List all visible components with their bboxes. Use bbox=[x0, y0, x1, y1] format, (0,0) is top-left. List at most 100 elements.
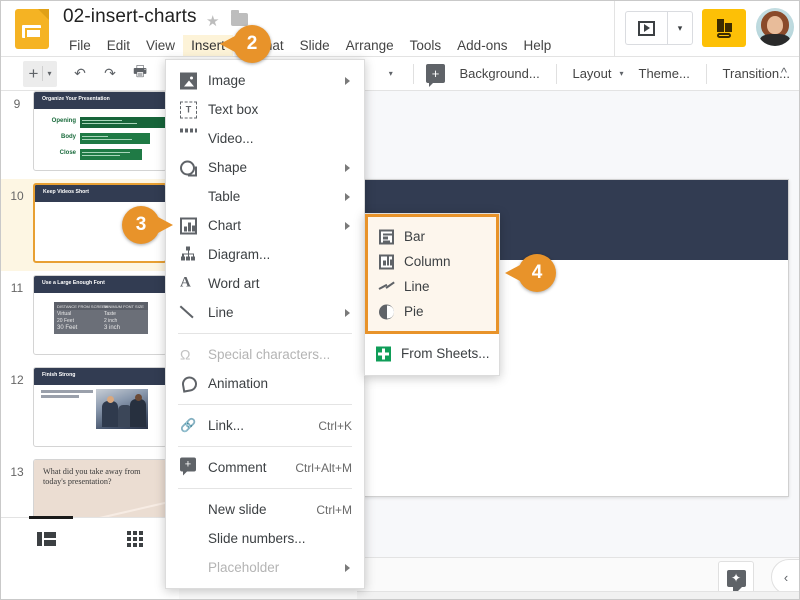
menu-arrange[interactable]: Arrange bbox=[338, 35, 402, 56]
folder-icon[interactable] bbox=[231, 10, 248, 26]
grid-view-icon[interactable] bbox=[127, 530, 144, 547]
filmstrip-slide-12[interactable]: 12 Finish Strong bbox=[1, 363, 178, 455]
menu-bar: File Edit View Insert Format Slide Arran… bbox=[61, 35, 559, 56]
shape-icon bbox=[180, 159, 197, 176]
present-dropdown-caret[interactable]: ▾ bbox=[667, 11, 693, 45]
submenu-arrow-icon bbox=[345, 163, 350, 172]
menu-tools[interactable]: Tools bbox=[402, 35, 450, 56]
share-button[interactable] bbox=[702, 9, 746, 47]
menu-item-label: Chart bbox=[208, 218, 242, 233]
explore-button[interactable]: ✦ bbox=[718, 561, 754, 595]
line-chart-icon bbox=[379, 281, 395, 293]
slide-filmstrip[interactable]: 9 Organize Your Presentation Opening Bod… bbox=[1, 91, 179, 559]
slide-thumbnail[interactable]: Organize Your Presentation Opening Body … bbox=[33, 91, 167, 171]
submenu-arrow-icon bbox=[345, 76, 350, 85]
menu-item-image[interactable]: Image bbox=[166, 66, 364, 95]
menu-item-slide-numbers[interactable]: Slide numbers... bbox=[166, 524, 364, 553]
comment-plus-icon: + bbox=[426, 64, 446, 87]
line-icon bbox=[180, 304, 197, 321]
slide-thumbnail[interactable]: Use a Large Enough Font DISTANCE FROM SC… bbox=[33, 275, 167, 355]
theme-button[interactable]: Theme... bbox=[630, 66, 699, 81]
table-icon bbox=[180, 188, 197, 205]
table-cell-r2c1: 20 Feet bbox=[57, 318, 74, 324]
table-cell-r3c1: 30 Feet bbox=[57, 325, 78, 331]
menu-item-label: Line bbox=[208, 305, 234, 320]
menu-edit[interactable]: Edit bbox=[99, 35, 138, 56]
submenu-arrow-icon bbox=[345, 221, 350, 230]
menu-item-chart[interactable]: Chart bbox=[166, 211, 364, 240]
chart-submenu[interactable]: Bar Column Line Pie From Sheets... bbox=[364, 213, 500, 376]
filmstrip-slide-9[interactable]: 9 Organize Your Presentation Opening Bod… bbox=[1, 91, 178, 179]
collapse-panel-button[interactable]: ‹ bbox=[771, 559, 799, 595]
menu-item-word-art[interactable]: A Word art bbox=[166, 269, 364, 298]
menu-file[interactable]: File bbox=[61, 35, 99, 56]
explore-icon: ✦ bbox=[726, 569, 746, 591]
menu-addons[interactable]: Add-ons bbox=[449, 35, 515, 56]
star-icon[interactable]: ★ bbox=[206, 12, 219, 30]
menu-help[interactable]: Help bbox=[515, 35, 559, 56]
horizontal-scrollbar[interactable] bbox=[357, 591, 799, 599]
bar-chart-icon bbox=[379, 229, 394, 244]
present-button[interactable] bbox=[625, 11, 667, 45]
slide11-table: DISTANCE FROM SCREEN MINIMUM FONT SIZE V… bbox=[54, 302, 148, 334]
comment-icon: + bbox=[180, 457, 197, 476]
menu-item-animation[interactable]: Animation bbox=[166, 369, 364, 398]
add-comment-button[interactable]: + bbox=[423, 61, 449, 87]
menu-item-link[interactable]: 🔗 Link... Ctrl+K bbox=[166, 411, 364, 440]
diagram-icon bbox=[180, 246, 197, 263]
chart-submenu-item-from-sheets[interactable]: From Sheets... bbox=[365, 341, 499, 366]
filmstrip-view-toggles bbox=[1, 516, 178, 559]
slide-thumbnail[interactable]: Finish Strong bbox=[33, 367, 167, 447]
redo-button[interactable]: ↷ bbox=[97, 61, 123, 87]
document-title[interactable]: 02-insert-charts bbox=[63, 6, 197, 28]
menu-item-new-slide[interactable]: New slide Ctrl+M bbox=[166, 495, 364, 524]
chart-submenu-item-bar[interactable]: Bar bbox=[368, 224, 496, 249]
menu-slide[interactable]: Slide bbox=[292, 35, 338, 56]
callout-badge-4: 4 bbox=[505, 254, 556, 292]
chart-submenu-item-column[interactable]: Column bbox=[368, 249, 496, 274]
callout-number: 2 bbox=[246, 33, 258, 54]
menu-item-video[interactable]: Video... bbox=[166, 124, 364, 153]
slide12-body-line-1 bbox=[41, 390, 93, 393]
filmstrip-slide-11[interactable]: 11 Use a Large Enough Font DISTANCE FROM… bbox=[1, 271, 178, 363]
print-button[interactable]: 🖶 bbox=[127, 61, 153, 87]
menu-item-line[interactable]: Line bbox=[166, 298, 364, 327]
layout-caret-icon[interactable]: ▾ bbox=[616, 61, 628, 87]
toolbar: + ▾ ↶ ↷ 🖶 ▾ + Background... Layout ▾ The… bbox=[1, 57, 799, 91]
menu-item-table[interactable]: Table bbox=[166, 182, 364, 211]
chart-submenu-item-pie[interactable]: Pie bbox=[368, 299, 496, 324]
menu-item-shortcut: Ctrl+Alt+M bbox=[295, 460, 352, 475]
layout-button[interactable]: Layout bbox=[563, 66, 613, 81]
chart-submenu-label: Pie bbox=[404, 304, 424, 319]
table-header-1: DISTANCE FROM SCREEN bbox=[57, 303, 108, 309]
table-cell-r2c2: 2 inch bbox=[104, 318, 118, 324]
insert-dropdown-menu[interactable]: Image T Text box Video... Shape Table Ch… bbox=[165, 59, 365, 589]
slide-number: 10 bbox=[10, 189, 24, 203]
google-sheets-icon bbox=[376, 346, 391, 361]
menu-item-label: Shape bbox=[208, 160, 248, 175]
chart-submenu-label: Column bbox=[404, 254, 451, 269]
background-button[interactable]: Background... bbox=[451, 66, 549, 81]
menu-item-label: Word art bbox=[208, 276, 260, 291]
menu-view[interactable]: View bbox=[138, 35, 183, 56]
zoom-dropdown-caret[interactable]: ▾ bbox=[378, 61, 404, 87]
avatar[interactable] bbox=[756, 8, 794, 46]
filmstrip-view-icon[interactable] bbox=[36, 531, 56, 546]
callout-badge-3: 3 bbox=[122, 206, 173, 244]
undo-button[interactable]: ↶ bbox=[67, 61, 93, 87]
collapse-toolbar-button[interactable]: ^ bbox=[781, 65, 787, 80]
table-cell-r3c2: 3 inch bbox=[104, 325, 121, 331]
menu-item-label: New slide bbox=[208, 502, 267, 517]
menu-item-comment[interactable]: + Comment Ctrl+Alt+M bbox=[166, 453, 364, 482]
chart-submenu-item-line[interactable]: Line bbox=[368, 274, 496, 299]
new-slide-button[interactable]: + ▾ bbox=[23, 60, 58, 87]
slide9-label-body: Body bbox=[61, 134, 76, 140]
menu-item-shape[interactable]: Shape bbox=[166, 153, 364, 182]
menu-item-diagram[interactable]: Diagram... bbox=[166, 240, 364, 269]
slides-logo-icon[interactable] bbox=[15, 9, 49, 49]
chart-submenu-label: From Sheets... bbox=[401, 346, 490, 361]
slide9-bar-close bbox=[80, 149, 142, 160]
slide9-bar-body bbox=[80, 133, 150, 144]
menu-item-text-box[interactable]: T Text box bbox=[166, 95, 364, 124]
menu-item-label: Table bbox=[208, 189, 241, 204]
